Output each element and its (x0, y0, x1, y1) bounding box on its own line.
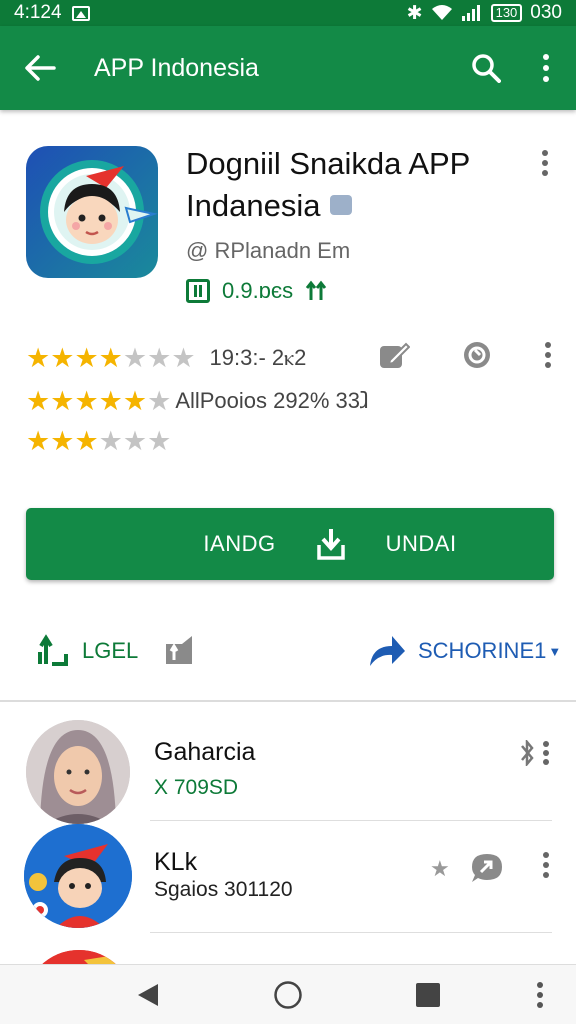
app-title-text: Dogniil Snaikda APP Indanesia (186, 146, 470, 223)
star-empty-icon: ★ (122, 343, 148, 373)
cartoon-avatar-icon (24, 824, 132, 928)
stats-text-1: 19:3:- 2ⲕ2 (209, 345, 307, 370)
download-icon (316, 529, 345, 560)
search-button[interactable] (456, 26, 516, 110)
app-more-button[interactable] (530, 150, 560, 180)
nav-home-button[interactable] (268, 975, 308, 1015)
battery-percent: 030 (530, 2, 562, 23)
star-filled-icon: ★ (74, 386, 99, 416)
app-bar-title: APP Indonesia (94, 53, 259, 82)
app-icon (26, 146, 158, 278)
star-filled-icon: ★ (98, 386, 123, 416)
square-recents-icon (416, 983, 440, 1007)
developer-name[interactable]: @ RPlanadn Em (186, 238, 350, 264)
share-action[interactable]: SCHORINE1 ▼ (368, 634, 561, 668)
like-action[interactable]: LGEL (36, 634, 196, 668)
stats-text-2: AllPooios 292% 33ⱹ (175, 388, 370, 413)
star-empty-icon: ★ (147, 386, 172, 416)
star-empty-icon: ★ (122, 426, 148, 456)
signal-icon (461, 5, 480, 21)
item-sub: Sgaios 301120 (154, 878, 293, 901)
system-nav-bar (0, 964, 576, 1024)
install-left-label: IANDG (203, 531, 276, 556)
status-bar: 4:124 ✱ 130 030 (0, 0, 576, 26)
person-avatar-icon (26, 720, 130, 824)
section-divider (0, 700, 576, 702)
more-vert-icon (537, 982, 543, 1008)
rating-value: 0.9.ɒєs (222, 278, 294, 303)
rating-box-icon (186, 279, 210, 303)
status-time: 4:124 (14, 2, 62, 23)
item-name: Gaharcia (154, 738, 256, 766)
thumb-arrow-icon (38, 634, 68, 666)
arrow-left-icon (25, 55, 56, 81)
share-label: SCHORINE1 (418, 638, 547, 663)
like-label: LGEL (82, 638, 139, 663)
nav-back-button[interactable] (128, 975, 168, 1015)
star-filled-icon: ★ (26, 343, 51, 373)
list-divider (150, 932, 552, 933)
image-notification-icon (71, 5, 90, 21)
star-empty-icon: ★ (171, 343, 196, 373)
star-filled-icon: ★ (122, 386, 148, 416)
dropdown-arrow-icon: ▼ (548, 643, 562, 659)
star-filled-icon: ★ (74, 426, 99, 456)
list-divider (150, 820, 552, 821)
more-vert-icon (542, 150, 548, 176)
bluetooth-more-icon[interactable] (520, 740, 552, 766)
stats-icons (378, 340, 552, 370)
app-logo-icon (26, 146, 158, 278)
star-filled-icon: ★ (50, 386, 75, 416)
share-arrow-icon (370, 636, 405, 666)
app-bar: APP Indonesia (0, 26, 576, 110)
star-group-1: ★★★★★★★ (26, 344, 196, 372)
star-empty-icon: ★ (98, 426, 123, 456)
battery-icon: 130 (490, 4, 523, 22)
wifi-icon (431, 5, 452, 20)
item-name: KLk (154, 848, 198, 876)
star-filled-icon: ★ (98, 343, 123, 373)
star-filled-icon: ★ (50, 343, 75, 373)
star-small-icon[interactable]: ★ (430, 856, 450, 882)
circle-home-icon (274, 981, 302, 1009)
avatar (24, 824, 132, 928)
star-empty-icon: ★ (147, 426, 172, 456)
more-vert-icon[interactable] (544, 342, 552, 368)
list-item[interactable]: KLk Sgaios 301120 ★ (0, 822, 576, 932)
install-right-label: UNDAI (385, 531, 457, 556)
star-filled-icon: ★ (26, 426, 51, 456)
overflow-menu-button[interactable] (516, 26, 576, 110)
action-row: LGEL SCHORINE1 ▼ (0, 622, 576, 682)
trend-arrows-icon (305, 280, 327, 300)
more-vert-icon[interactable] (542, 852, 550, 878)
star-filled-icon: ★ (50, 426, 75, 456)
search-icon (472, 54, 501, 83)
triangle-back-icon (138, 984, 158, 1006)
star-filled-icon: ★ (74, 343, 99, 373)
star-row-2: ★★★★★★ AllPooios 292% 33ⱹ (26, 387, 369, 415)
avatar (26, 720, 130, 824)
star-row-1: ★★★★★★★ 19:3:- 2ⲕ2 (26, 344, 306, 372)
nav-more-button[interactable] (520, 975, 560, 1015)
gift-icon[interactable] (162, 634, 196, 668)
more-vert-icon (543, 54, 549, 82)
install-button[interactable]: IANDG UNDAI (26, 508, 554, 580)
back-button[interactable] (0, 26, 80, 110)
star-row-3: ★★★★★★ (26, 427, 171, 455)
verified-badge-icon (330, 194, 353, 215)
star-empty-icon: ★ (147, 343, 172, 373)
edit-pencil-icon[interactable] (378, 340, 410, 370)
list-item[interactable]: Gaharcia X 709ЅD (0, 716, 576, 824)
refresh-badge-icon[interactable] (462, 340, 492, 370)
app-title: Dogniil Snaikda APP Indanesia (186, 143, 506, 227)
content-rating-row: 0.9.ɒєs (186, 278, 329, 304)
chat-bubble-icon[interactable] (470, 852, 504, 884)
nav-recents-button[interactable] (408, 975, 448, 1015)
bluetooth-icon: ✱ (406, 2, 423, 24)
item-sub: X 709ЅD (154, 776, 239, 799)
star-filled-icon: ★ (26, 386, 51, 416)
star-group-2: ★★★★★★ (26, 387, 171, 415)
star-group-3: ★★★★★★ (26, 427, 171, 455)
